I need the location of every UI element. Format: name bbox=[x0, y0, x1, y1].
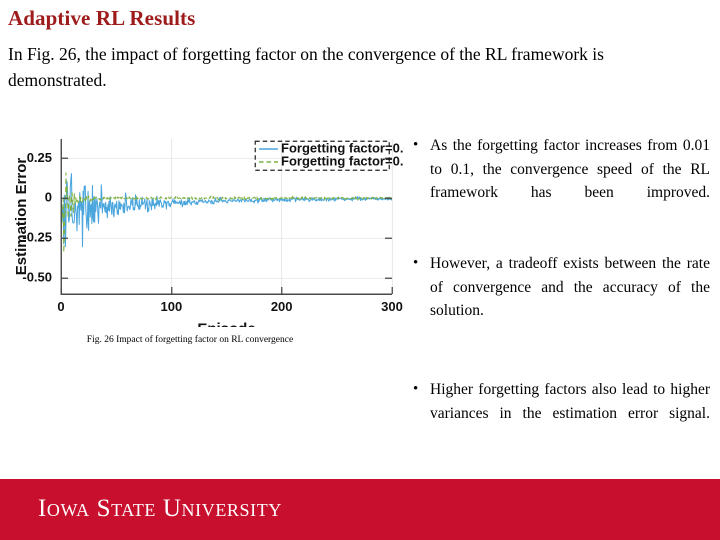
bullet-marker-icon: • bbox=[413, 381, 419, 397]
figure-caption: Fig. 26 Impact of forgetting factor on R… bbox=[86, 335, 294, 345]
bullet-list: • As the forgetting factor increases fro… bbox=[408, 134, 710, 449]
bullet-marker-icon: • bbox=[413, 255, 419, 271]
estimation-error-chart bbox=[0, 122, 404, 327]
intro-paragraph: In Fig. 26, the impact of forgetting fac… bbox=[8, 44, 604, 90]
list-item: • As the forgetting factor increases fro… bbox=[408, 134, 710, 228]
university-wordmark: Iowa State University bbox=[38, 495, 282, 522]
list-item-text: As the forgetting factor increases from … bbox=[430, 137, 710, 201]
page-title: Adaptive RL Results bbox=[8, 6, 196, 30]
list-item: • Higher forgetting factors also lead to… bbox=[408, 378, 710, 449]
list-item: • However, a tradeoff exists between the… bbox=[408, 252, 710, 346]
bullet-marker-icon: • bbox=[413, 137, 419, 153]
figure-block: Fig. 26 Impact of forgetting factor on R… bbox=[0, 122, 404, 362]
list-item-text: However, a tradeoff exists between the r… bbox=[430, 255, 710, 319]
footer-band: Iowa State University bbox=[0, 479, 720, 540]
list-item-text: Higher forgetting factors also lead to h… bbox=[430, 381, 710, 422]
